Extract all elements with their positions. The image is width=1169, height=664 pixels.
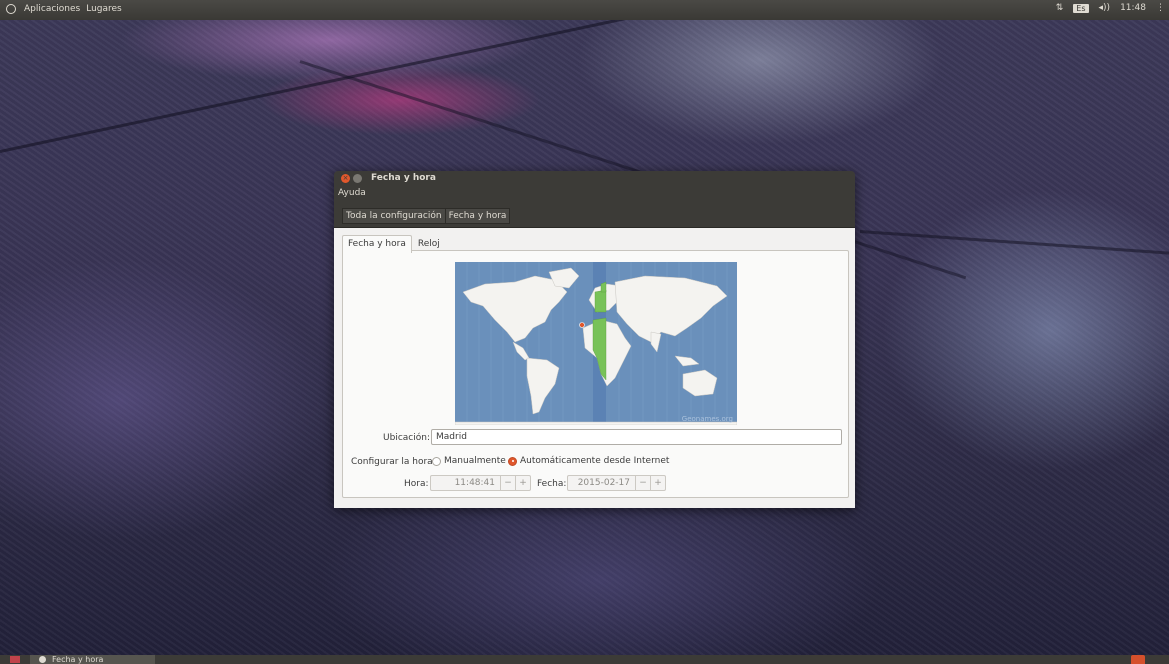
time-decrement-button[interactable]: −: [500, 476, 515, 490]
time-label: Hora:: [404, 479, 429, 489]
settings-app-icon: [39, 656, 46, 663]
time-spinner[interactable]: 11:48:41 − +: [430, 475, 531, 491]
date-spinner[interactable]: 2015-02-17 − +: [567, 475, 666, 491]
radio-unchecked-icon: [432, 456, 441, 466]
clock[interactable]: 11:48: [1120, 3, 1146, 13]
minimize-window-button[interactable]: [353, 174, 362, 183]
world-map-graphic: [455, 262, 737, 425]
manual-radio[interactable]: Manualmente: [432, 456, 506, 466]
configure-time-label: Configurar la hora:: [351, 457, 436, 467]
system-tray: ⇅ Es ◂)) 11:48 ⋮: [1056, 3, 1165, 13]
applications-icon: [6, 4, 16, 14]
date-value: 2015-02-17: [577, 478, 630, 488]
map-watermark: Geonames.org: [681, 415, 733, 423]
top-panel: Aplicaciones Lugares ⇅ Es ◂)) 11:48 ⋮: [0, 0, 1169, 20]
keyboard-layout-indicator[interactable]: Es: [1073, 3, 1089, 13]
timezone-map[interactable]: Geonames.org: [455, 262, 737, 425]
breadcrumb: Toda la configuración Fecha y hora: [342, 208, 511, 224]
top-panel-menus: Aplicaciones Lugares: [6, 4, 122, 14]
show-desktop-button[interactable]: [10, 656, 20, 663]
close-window-button[interactable]: ×: [341, 174, 350, 183]
date-time-window: × Fecha y hora Ayuda Toda la configuraci…: [334, 171, 855, 508]
close-icon: ×: [342, 174, 349, 182]
taskbar-window-label: Fecha y hora: [52, 655, 104, 664]
breadcrumb-date-time[interactable]: Fecha y hora: [445, 208, 511, 224]
date-label: Fecha:: [537, 479, 567, 489]
taskbar-window-button[interactable]: Fecha y hora: [30, 655, 155, 664]
breadcrumb-bar: Toda la configuración Fecha y hora: [334, 200, 855, 228]
menubar: Ayuda: [334, 186, 855, 200]
location-label: Ubicación:: [383, 433, 430, 443]
network-icon[interactable]: ⇅: [1056, 3, 1064, 13]
help-menu[interactable]: Ayuda: [338, 188, 366, 198]
window-content: Fecha y hora Reloj Geonames.org Ubicació…: [334, 228, 855, 508]
system-menu-icon[interactable]: ⋮: [1156, 3, 1165, 13]
time-value: 11:48:41: [454, 478, 495, 488]
applications-menu[interactable]: Aplicaciones: [24, 4, 80, 14]
date-decrement-button[interactable]: −: [635, 476, 650, 490]
window-titlebar[interactable]: × Fecha y hora: [334, 171, 855, 186]
radio-checked-icon: [508, 456, 517, 466]
automatic-radio-label: Automáticamente desde Internet: [520, 456, 670, 466]
trash-icon[interactable]: [1131, 655, 1145, 664]
wallpaper-crack: [0, 0, 881, 153]
window-title: Fecha y hora: [371, 173, 436, 183]
automatic-radio[interactable]: Automáticamente desde Internet: [508, 456, 669, 466]
places-menu[interactable]: Lugares: [86, 4, 122, 14]
tab-page: Geonames.org Ubicación: Madrid Configura…: [342, 250, 849, 498]
bottom-panel: Fecha y hora: [0, 655, 1169, 664]
time-increment-button[interactable]: +: [515, 476, 530, 490]
manual-radio-label: Manualmente: [444, 456, 506, 466]
volume-icon[interactable]: ◂)): [1099, 3, 1111, 13]
location-input[interactable]: Madrid: [431, 429, 842, 445]
date-increment-button[interactable]: +: [650, 476, 665, 490]
tab-date-time[interactable]: Fecha y hora: [342, 235, 412, 253]
breadcrumb-all-settings[interactable]: Toda la configuración: [342, 208, 446, 224]
wallpaper-crack: [859, 230, 1169, 256]
